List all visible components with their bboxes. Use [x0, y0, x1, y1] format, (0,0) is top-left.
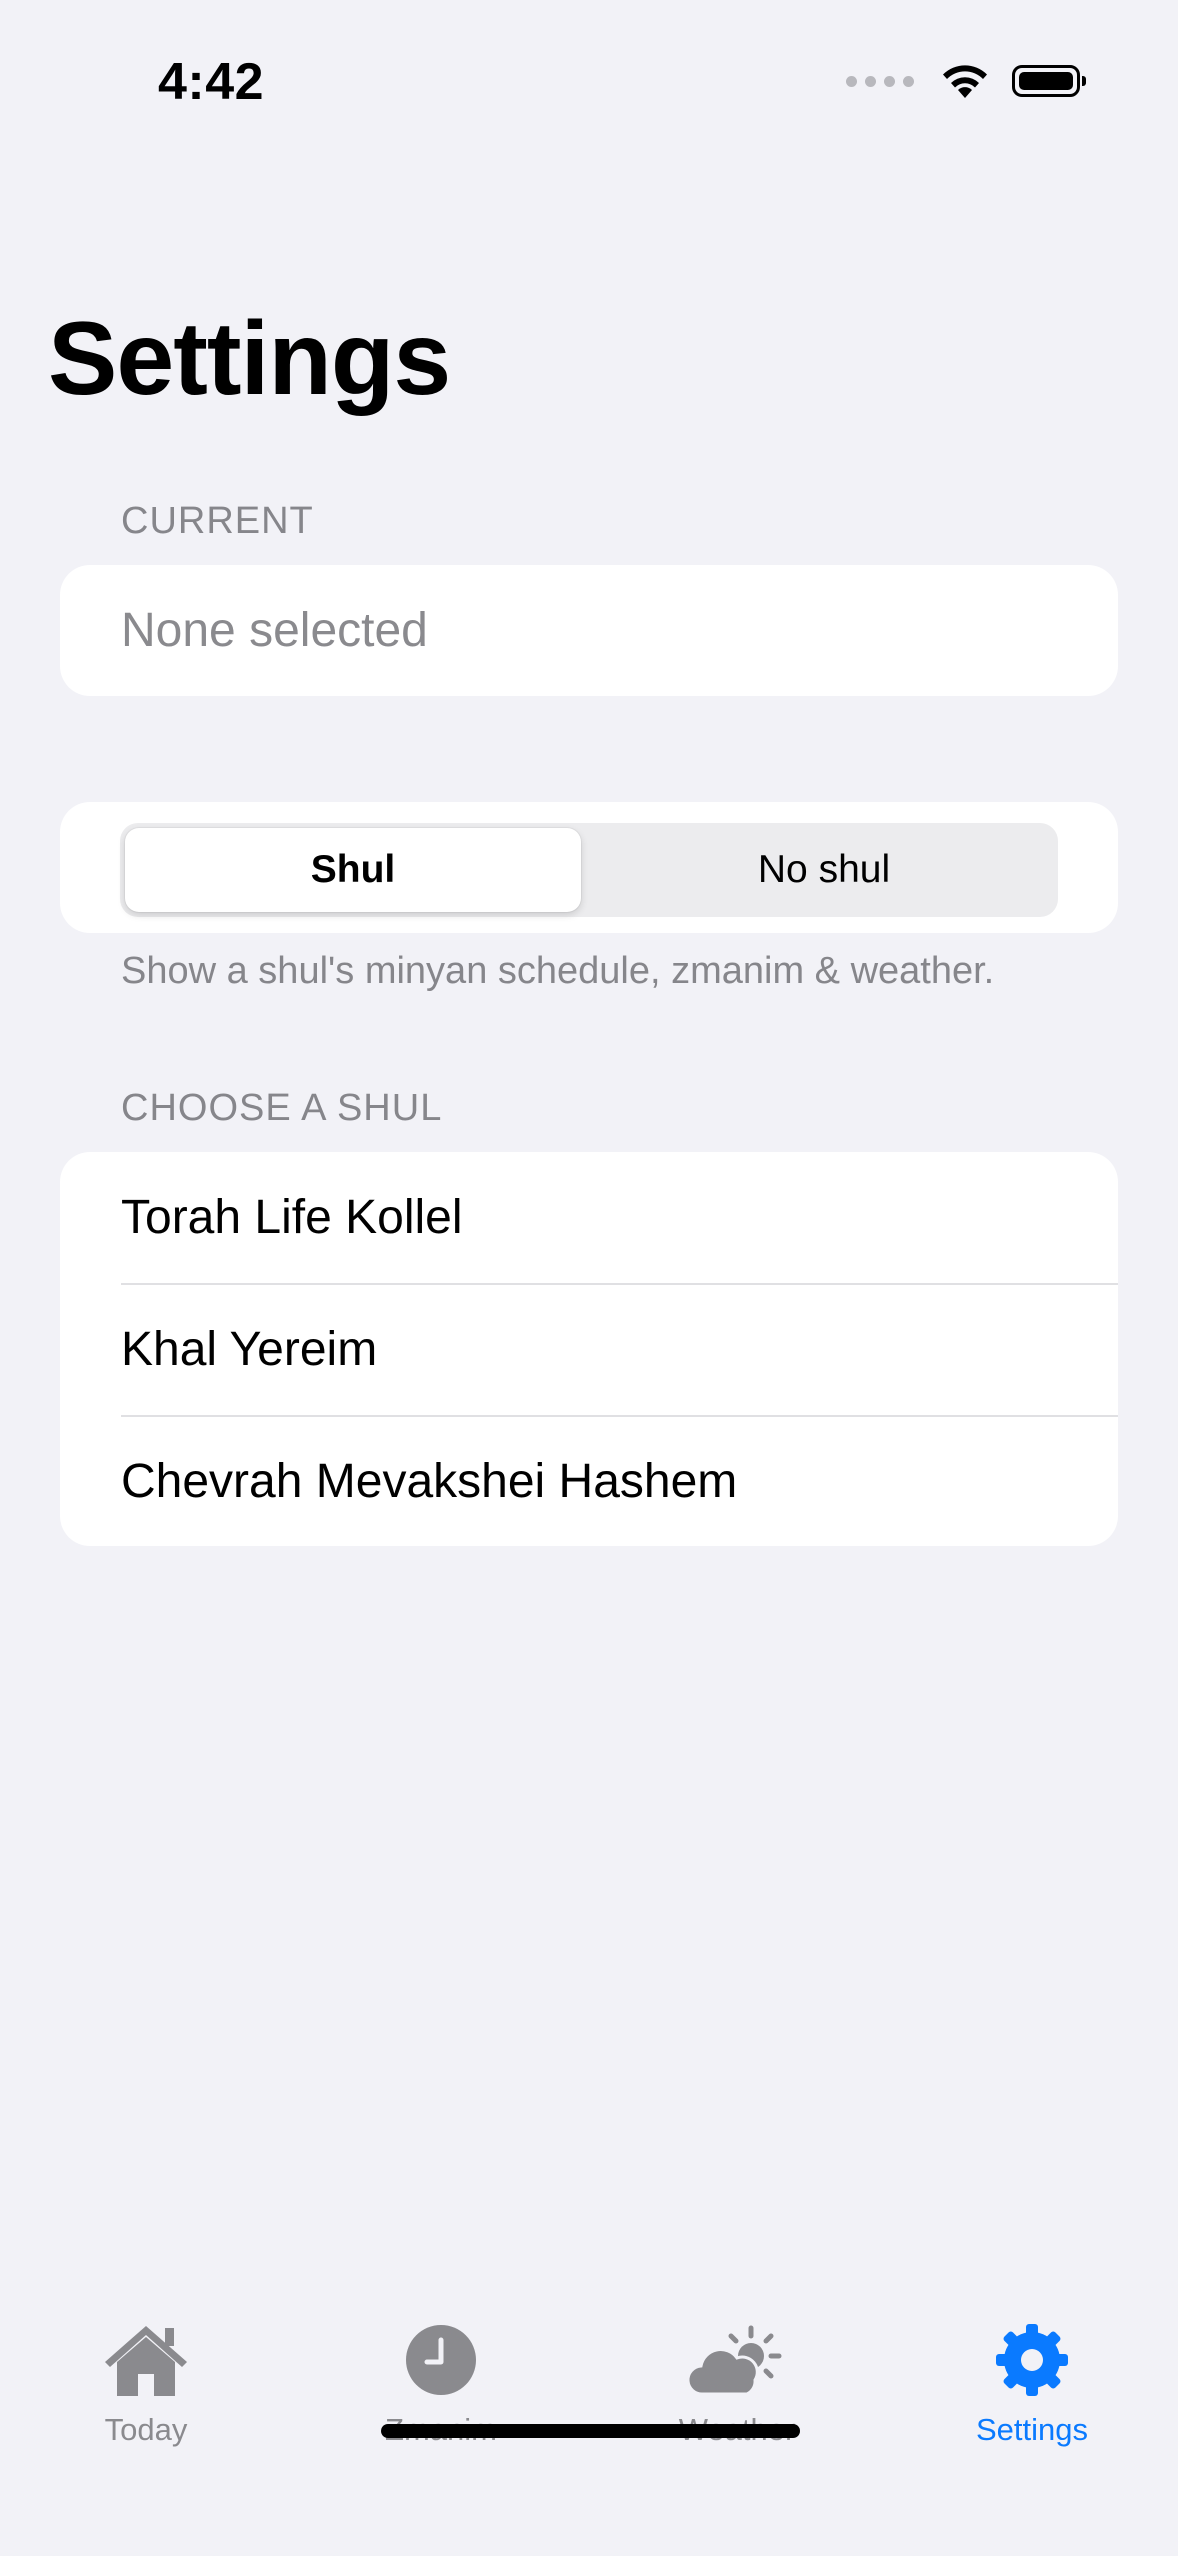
shul-mode-segmented-control[interactable]: Shul No shul [120, 823, 1058, 917]
choose-shul-section-header: CHOOSE A SHUL [121, 1087, 443, 1129]
current-selection-value: None selected [121, 604, 428, 657]
status-time: 4:42 [158, 53, 265, 111]
list-item-khal-yereim[interactable]: Khal Yereim [60, 1284, 1118, 1415]
battery-icon [1012, 65, 1086, 97]
segment-no-shul[interactable]: No shul [596, 828, 1052, 912]
tab-settings[interactable]: Settings [922, 2320, 1142, 2448]
tab-label: Settings [975, 2412, 1088, 2447]
mode-card: Shul No shul [60, 802, 1118, 933]
cellular-signal-icon [846, 75, 914, 87]
mode-footer-note: Show a shul's minyan schedule, zmanim & … [121, 950, 995, 992]
current-section-header: CURRENT [121, 500, 314, 542]
cloud-sun-icon [686, 2325, 782, 2396]
wifi-icon [943, 65, 987, 98]
current-selection-card: None selected [60, 565, 1118, 696]
status-indicators [846, 62, 1086, 100]
tab-today[interactable]: Today [36, 2320, 256, 2448]
clock-icon [406, 2325, 476, 2395]
shul-list: Torah Life Kollel Khal Yereim Chevrah Me… [60, 1152, 1118, 1546]
gear-icon [996, 2324, 1068, 2396]
house-icon [105, 2326, 187, 2396]
list-item-chevrah-mevakshei-hashem[interactable]: Chevrah Mevakshei Hashem [60, 1416, 1118, 1546]
list-item-label: Torah Life Kollel [121, 1191, 463, 1244]
list-item-label: Chevrah Mevakshei Hashem [121, 1455, 738, 1508]
list-item-label: Khal Yereim [121, 1323, 378, 1376]
segment-shul[interactable]: Shul [125, 828, 581, 912]
page-title: Settings [48, 301, 451, 417]
tab-label: Today [104, 2412, 188, 2447]
list-item-torah-life-kollel[interactable]: Torah Life Kollel [60, 1152, 1118, 1283]
home-indicator[interactable] [381, 2424, 800, 2438]
